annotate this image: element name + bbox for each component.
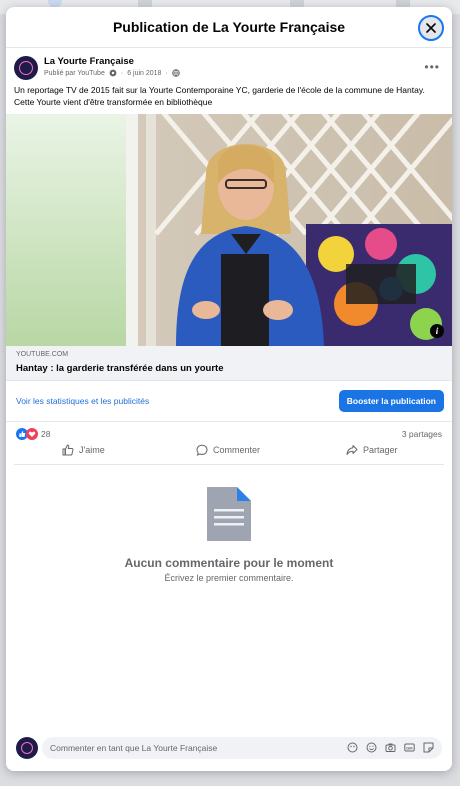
page-avatar[interactable] <box>14 56 38 80</box>
svg-text:GIF: GIF <box>406 745 413 750</box>
comment-icon <box>196 444 208 456</box>
share-icon <box>346 445 358 455</box>
reaction-count[interactable]: 28 <box>41 429 50 439</box>
camera-icon[interactable] <box>385 742 396 753</box>
insights-bar: Voir les statistiques et les publicités … <box>6 381 452 422</box>
sticker-icon[interactable] <box>423 742 434 753</box>
boost-button[interactable]: Booster la publication <box>338 390 444 412</box>
reaction-icons[interactable] <box>16 428 38 440</box>
share-button[interactable]: Partager <box>346 444 398 456</box>
post-action-row: J'aime Commenter Partager <box>14 442 444 465</box>
love-reaction-icon <box>26 428 38 440</box>
close-icon <box>426 23 436 33</box>
post-header: La Yourte Française Publié par YouTube ·… <box>6 48 452 88</box>
more-options-icon[interactable]: ••• <box>424 60 440 74</box>
engagement-counts: 28 3 partages <box>6 422 452 442</box>
close-button[interactable] <box>418 15 444 41</box>
modal-header: Publication de La Yourte Française <box>6 7 452 48</box>
modal-title: Publication de La Yourte Française <box>112 19 346 35</box>
commenter-avatar[interactable] <box>16 737 38 759</box>
post-modal: Publication de La Yourte Française La Yo… <box>6 7 452 771</box>
emoji-icon[interactable] <box>366 742 377 753</box>
video-thumbnail[interactable]: i <box>6 114 452 346</box>
comment-composer: Commenter en tant que La Yourte Français… <box>6 737 452 761</box>
post-date[interactable]: 6 juin 2018 <box>127 70 161 77</box>
comment-label: Commenter <box>213 445 261 455</box>
share-count[interactable]: 3 partages <box>402 429 442 439</box>
globe-icon <box>172 69 180 77</box>
thumbs-up-icon <box>62 444 74 456</box>
like-label: J'aime <box>79 445 105 455</box>
comment-tools: GIF <box>347 742 434 753</box>
empty-comments-subtitle: Écrivez le premier commentaire. <box>164 573 294 583</box>
comment-button[interactable]: Commenter <box>196 444 260 456</box>
link-title: Hantay : la garderie transférée dans un … <box>16 363 224 374</box>
empty-comments: Aucun commentaire pour le moment Écrivez… <box>6 485 452 583</box>
page-name[interactable]: La Yourte Française <box>44 56 134 67</box>
published-via: Publié par YouTube <box>44 69 105 77</box>
empty-comments-title: Aucun commentaire pour le moment <box>124 556 334 570</box>
link-domain: YOUTUBE.COM <box>16 351 69 358</box>
gif-icon[interactable]: GIF <box>404 742 415 753</box>
link-preview[interactable]: YOUTUBE.COM Hantay : la garderie transfé… <box>6 346 452 381</box>
stats-link[interactable]: Voir les statistiques et les publicités <box>16 396 149 406</box>
document-icon <box>207 487 251 541</box>
info-icon[interactable]: i <box>430 324 444 338</box>
settings-icon[interactable] <box>109 69 117 77</box>
avatar-sticker-icon[interactable] <box>347 742 358 753</box>
video-frame-image <box>6 114 452 346</box>
post-meta: Publié par YouTube · 6 juin 2018 · <box>44 69 180 77</box>
share-label: Partager <box>363 445 398 455</box>
like-button[interactable]: J'aime <box>62 444 105 456</box>
